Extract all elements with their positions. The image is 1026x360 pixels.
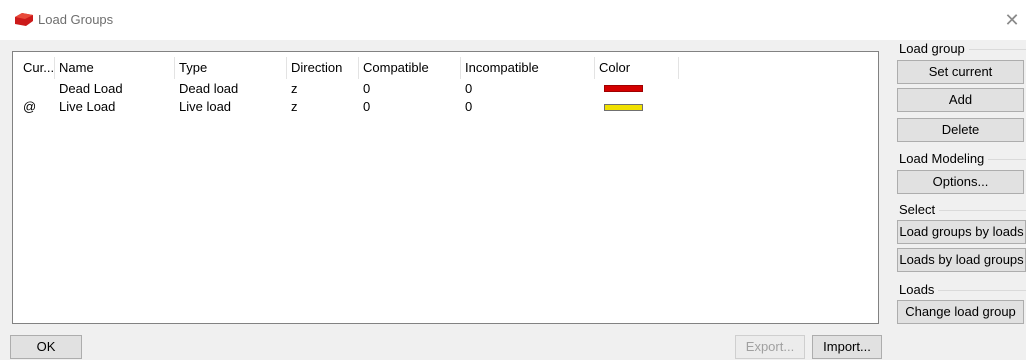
row-current-marker: @	[23, 99, 37, 114]
title-bar: Load Groups ✕	[0, 0, 1026, 40]
export-button[interactable]: Export...	[735, 335, 805, 359]
group-label-loads: Loads	[899, 282, 939, 297]
row-compatible: 0	[363, 99, 371, 114]
group-label-load-group: Load group	[899, 41, 969, 56]
window-title: Load Groups	[38, 12, 114, 27]
load-groups-by-loads-button[interactable]: Load groups by loads	[897, 220, 1026, 244]
delete-button[interactable]: Delete	[897, 118, 1024, 142]
group-label-load-modeling: Load Modeling	[899, 151, 989, 166]
row-incompatible: 0	[465, 99, 473, 114]
column-header-incompatible[interactable]: Incompatible	[461, 57, 595, 79]
column-header-compatible[interactable]: Compatible	[359, 57, 461, 79]
row-name: Live Load	[59, 99, 116, 114]
import-button[interactable]: Import...	[812, 335, 882, 359]
close-icon[interactable]: ✕	[1000, 8, 1024, 32]
row-compatible: 0	[363, 81, 371, 96]
ok-button[interactable]: OK	[10, 335, 82, 359]
column-header-direction[interactable]: Direction	[287, 57, 359, 79]
column-header-type[interactable]: Type	[175, 57, 287, 79]
options-button[interactable]: Options...	[897, 170, 1024, 194]
row-direction: z	[291, 81, 298, 96]
row-type: Dead load	[179, 81, 239, 96]
add-button[interactable]: Add	[897, 88, 1024, 112]
change-load-group-button[interactable]: Change load group	[897, 300, 1024, 324]
row-type: Live load	[179, 99, 232, 114]
side-button-panel: Load group Set current Add Delete Load M…	[887, 40, 1026, 330]
app-logo-icon	[14, 13, 34, 27]
loads-by-load-groups-button[interactable]: Loads by load groups	[897, 248, 1026, 272]
column-header-current[interactable]: Cur...	[19, 57, 55, 79]
row-current-marker	[19, 80, 23, 98]
column-header-name[interactable]: Name	[55, 57, 175, 79]
row-incompatible: 0	[465, 81, 473, 96]
group-label-select: Select	[899, 202, 940, 217]
column-header-color[interactable]: Color	[595, 57, 679, 79]
row-color-swatch	[604, 104, 643, 111]
load-groups-table[interactable]: Cur... Name Type Direction Compatible In…	[12, 51, 879, 324]
row-direction: z	[291, 99, 298, 114]
set-current-button[interactable]: Set current	[897, 60, 1024, 84]
row-color-swatch	[604, 85, 643, 92]
load-groups-dialog: Load Groups ✕ Cur... Name Type Direction…	[0, 0, 1026, 360]
row-name: Dead Load	[59, 81, 123, 96]
